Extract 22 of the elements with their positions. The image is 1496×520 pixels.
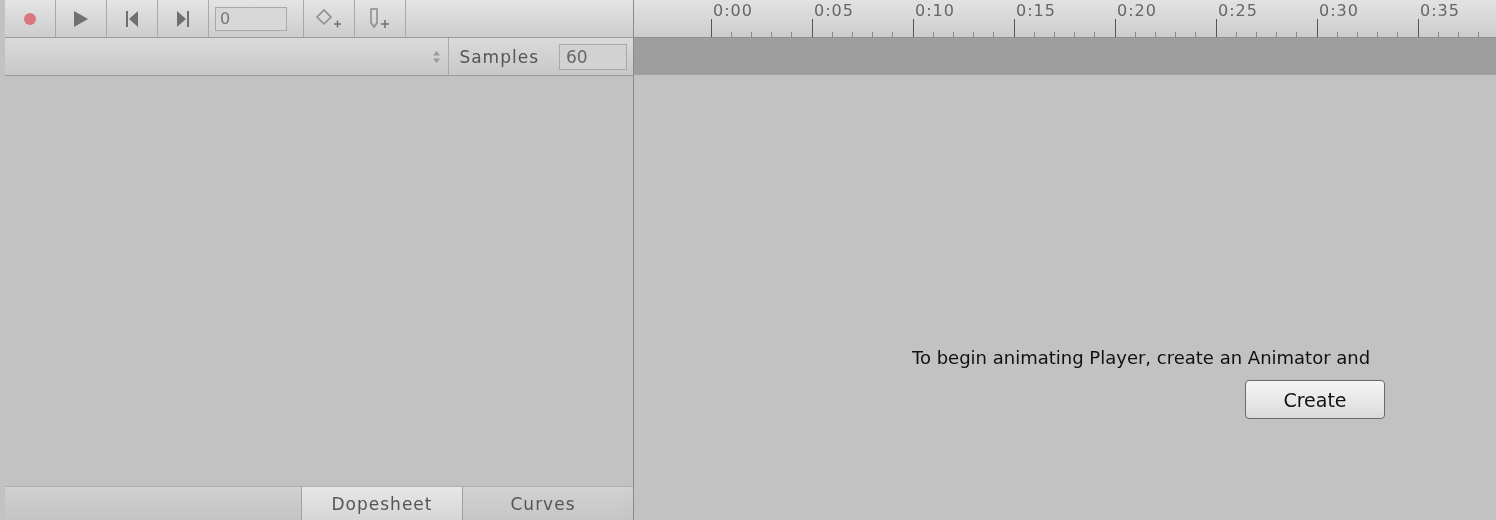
next-key-icon xyxy=(177,10,189,27)
time-label: 0:00 xyxy=(713,2,753,19)
time-label: 0:25 xyxy=(1218,2,1258,19)
time-label: 0:30 xyxy=(1319,2,1359,19)
record-icon xyxy=(24,12,36,25)
time-label: 0:15 xyxy=(1016,2,1056,19)
diamond-plus-icon xyxy=(316,8,342,29)
empty-message: To begin animating Player, create an Animator and xyxy=(912,347,1372,368)
timeline-ruler[interactable]: 0:00 0:05 0:10 0:15 0:20 0:25 0:30 0:35 xyxy=(634,0,1496,38)
create-button[interactable]: Create xyxy=(1245,380,1385,419)
play-icon xyxy=(73,10,89,27)
time-label: 0:20 xyxy=(1117,2,1157,19)
time-label: 0:05 xyxy=(814,2,854,19)
view-tab[interactable]: Dopesheet xyxy=(301,487,462,520)
previous-key-icon xyxy=(126,10,138,27)
marker-plus-icon xyxy=(368,7,392,30)
time-label: 0:10 xyxy=(915,2,955,19)
samples-label: Samples xyxy=(458,46,540,67)
samples-field[interactable]: 60 xyxy=(559,43,627,70)
up-down-arrows-icon xyxy=(433,50,441,63)
time-label: 0:35 xyxy=(1420,2,1460,19)
frame-field[interactable]: 0 xyxy=(215,6,287,31)
